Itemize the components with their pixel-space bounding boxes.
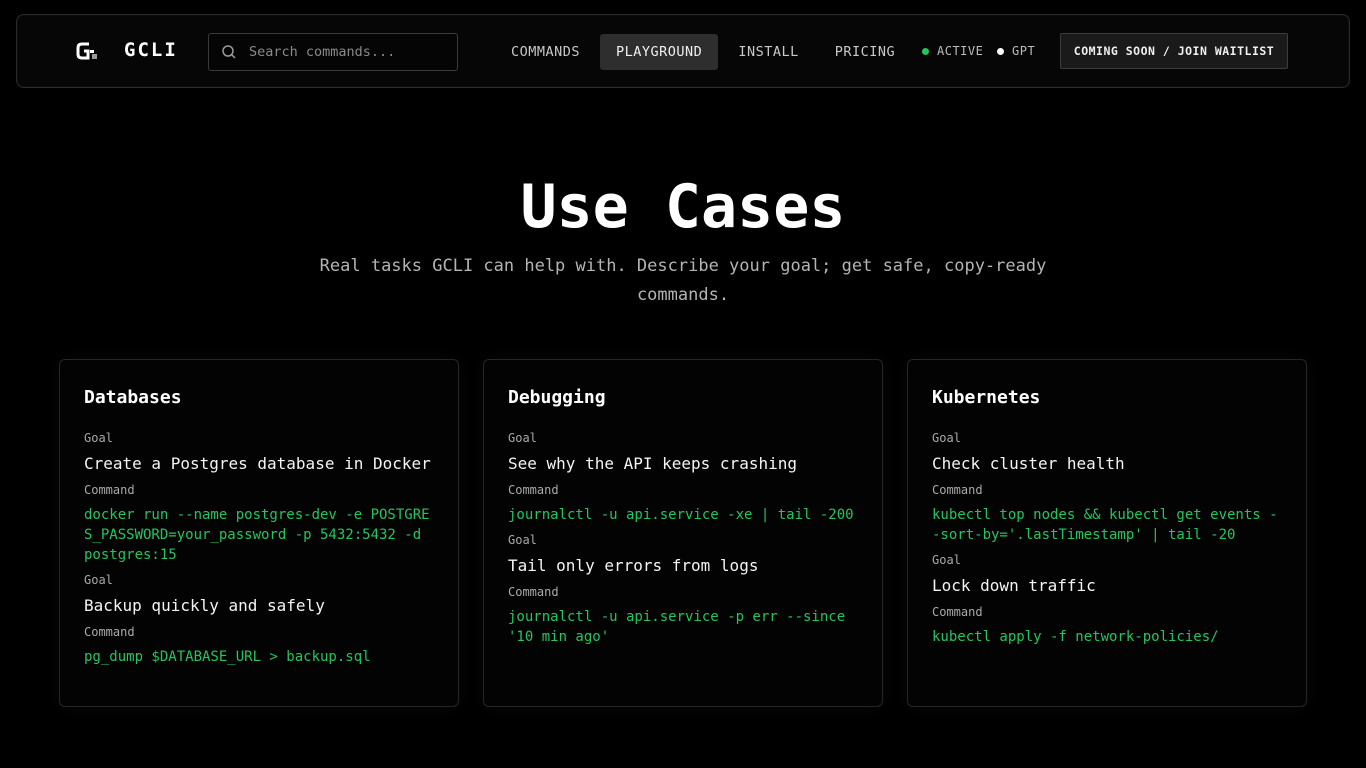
status-model-label: GPT [1012,44,1036,58]
goal-label: Goal [932,553,961,567]
goal-text: See why the API keeps crashing [508,454,797,473]
command-label: Command [932,605,983,619]
status-model: GPT [997,44,1035,58]
main-nav: COMMANDS PLAYGROUND INSTALL PRICING [495,34,915,70]
command-label: Command [508,585,559,599]
nav-link-playground[interactable]: PLAYGROUND [600,34,719,70]
goal-text: Create a Postgres database in Docker [84,454,431,473]
use-case-entry: Goal Create a Postgres database in Docke… [84,431,434,565]
top-navbar: GCLI COMMANDS PLAYGROUND INSTALL PRICING… [16,14,1350,88]
use-case-card-kubernetes: Kubernetes Goal Check cluster health Com… [907,359,1307,707]
brand-name[interactable]: GCLI [124,39,178,61]
status-active: ACTIVE [922,44,983,58]
goal-label: Goal [84,431,113,445]
command-text[interactable]: journalctl -u api.service -xe | tail -20… [508,505,858,525]
use-case-entry: Goal See why the API keeps crashing Comm… [508,431,858,525]
goal-text: Backup quickly and safely [84,596,325,615]
command-label: Command [508,483,559,497]
command-label: Command [932,483,983,497]
command-label: Command [84,625,135,639]
page-subtitle: Real tasks GCLI can help with. Describe … [319,256,1047,305]
command-text[interactable]: docker run --name postgres-dev -e POSTGR… [84,505,434,565]
page-title: Use Cases [520,172,846,242]
gcli-logo-icon[interactable] [75,40,99,62]
nav-link-install[interactable]: INSTALL [722,34,814,70]
goal-label: Goal [932,431,961,445]
card-title: Databases [84,387,182,408]
command-text[interactable]: journalctl -u api.service -p err --since… [508,607,858,647]
command-text[interactable]: pg_dump $DATABASE_URL > backup.sql [84,647,434,667]
status-dot-icon [922,47,929,55]
use-case-card-databases: Databases Goal Create a Postgres databas… [59,359,459,707]
use-case-entry: Goal Backup quickly and safely Command p… [84,573,434,667]
command-text[interactable]: kubectl top nodes && kubectl get events … [932,505,1282,545]
join-waitlist-button[interactable]: COMING SOON / JOIN WAITLIST [1060,33,1288,69]
search-icon [222,45,236,59]
use-case-entry: Goal Tail only errors from logs Command … [508,533,858,647]
goal-text: Check cluster health [932,454,1125,473]
model-dot-icon [997,47,1004,55]
goal-label: Goal [84,573,113,587]
search-box[interactable] [208,33,458,71]
goal-label: Goal [508,431,537,445]
search-input[interactable] [249,44,449,60]
card-title: Debugging [508,387,606,408]
card-title: Kubernetes [932,387,1041,408]
status-active-label: ACTIVE [937,44,984,58]
use-case-entry: Goal Lock down traffic Command kubectl a… [932,553,1282,647]
use-case-card-debugging: Debugging Goal See why the API keeps cra… [483,359,883,707]
use-case-entry: Goal Check cluster health Command kubect… [932,431,1282,545]
goal-text: Tail only errors from logs [508,556,759,575]
goal-label: Goal [508,533,537,547]
command-label: Command [84,483,135,497]
nav-link-pricing[interactable]: PRICING [819,34,911,70]
nav-link-commands[interactable]: COMMANDS [495,34,596,70]
goal-text: Lock down traffic [932,576,1096,595]
command-text[interactable]: kubectl apply -f network-policies/ [932,627,1282,647]
